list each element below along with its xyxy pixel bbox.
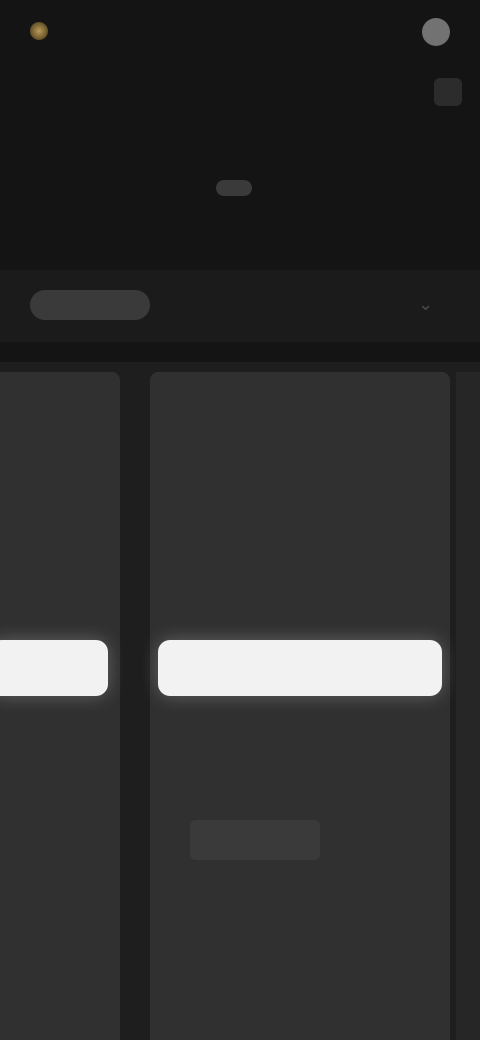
pricing-page: ⌄ bbox=[0, 0, 480, 1040]
plans-section bbox=[0, 362, 480, 1040]
plan-card bbox=[150, 372, 450, 1040]
chevron-down-icon[interactable]: ⌄ bbox=[418, 294, 440, 316]
plan-cta-button[interactable] bbox=[158, 640, 442, 696]
filter-bar: ⌄ bbox=[0, 270, 480, 342]
top-nav bbox=[412, 18, 450, 46]
hero bbox=[0, 120, 480, 260]
avatar-icon[interactable] bbox=[422, 18, 450, 46]
plan-card-edge bbox=[456, 372, 480, 1040]
plan-cta-button[interactable] bbox=[0, 640, 108, 696]
top-bar bbox=[0, 0, 480, 64]
billing-toggle-active[interactable] bbox=[216, 180, 252, 196]
menu-icon[interactable] bbox=[434, 78, 462, 106]
logo[interactable] bbox=[30, 14, 140, 48]
filter-chip[interactable] bbox=[30, 290, 150, 320]
logo-icon bbox=[30, 22, 48, 40]
billing-toggle[interactable] bbox=[216, 180, 264, 196]
plan-card bbox=[0, 372, 120, 1040]
plan-feature-box bbox=[190, 820, 320, 860]
